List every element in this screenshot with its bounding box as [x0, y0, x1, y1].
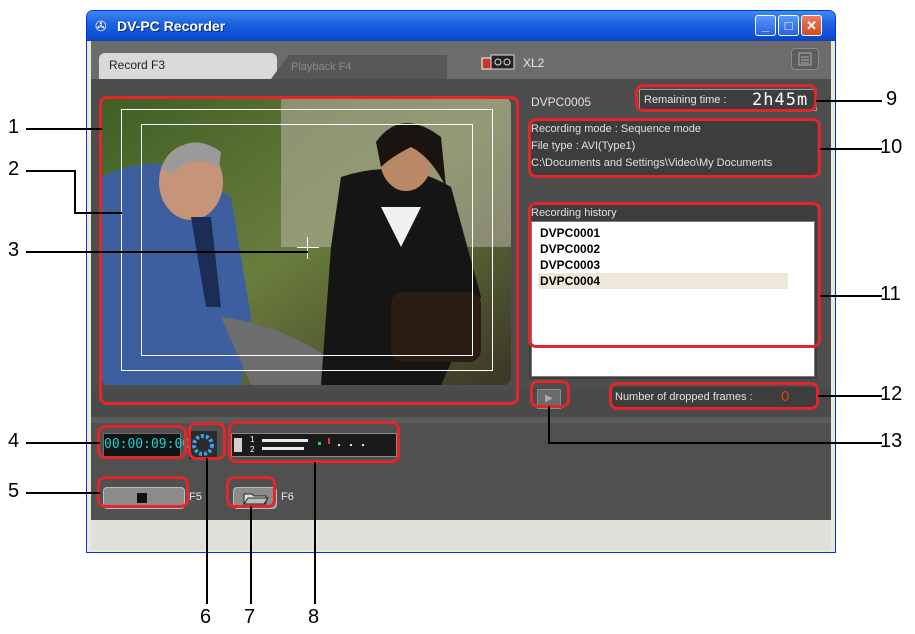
channel-1-label: 1 — [250, 435, 255, 444]
leader-7 — [250, 506, 252, 604]
folder-shortcut: F6 — [281, 491, 294, 503]
camcorder-icon — [481, 54, 515, 70]
callout-1: 1 — [8, 116, 20, 138]
leader-12 — [818, 395, 882, 397]
open-folder-button[interactable] — [233, 487, 277, 509]
list-item-selected[interactable]: DVPC0004 — [538, 273, 788, 289]
stop-icon — [137, 493, 147, 503]
leader-2 — [26, 170, 76, 172]
leader-9 — [816, 100, 882, 102]
callout-5: 5 — [8, 480, 20, 502]
center-marker-vertical — [307, 237, 308, 259]
callout-6: 6 — [200, 606, 212, 628]
leader-13 — [548, 442, 882, 444]
meter-toggle[interactable] — [234, 438, 242, 452]
recording-history-list[interactable]: DVPC0001 DVPC0002 DVPC0003 DVPC0004 — [531, 221, 815, 377]
list-item[interactable]: DVPC0001 — [538, 225, 788, 241]
tab-record[interactable]: Record F3 — [99, 53, 277, 79]
spinner-icon — [192, 434, 214, 456]
app-window: ✇ DV-PC Recorder _ □ ✕ Record F3 Playbac… — [86, 10, 836, 553]
save-path: C:\Documents and Settings\Video\My Docum… — [531, 157, 773, 169]
minimize-button[interactable]: _ — [755, 15, 776, 36]
callout-11: 11 — [880, 283, 901, 305]
tab-strip: Record F3 Playback F4 XL2 — [91, 41, 831, 79]
callout-13: 13 — [880, 430, 903, 452]
recording-mode: Recording mode : Sequence mode — [531, 123, 701, 135]
audio-level-meter: 1 2 — [231, 433, 397, 457]
list-icon — [798, 52, 812, 66]
leader-1 — [26, 128, 102, 130]
recording-history-label: Recording history — [531, 207, 617, 219]
center-marker — [297, 247, 319, 248]
device-label: XL2 — [523, 56, 545, 70]
callout-10: 10 — [880, 136, 903, 158]
dropped-frames: Number of dropped frames : 0 — [611, 387, 817, 409]
title-bar[interactable]: ✇ DV-PC Recorder _ □ ✕ — [87, 11, 835, 41]
app-icon: ✇ — [95, 18, 107, 34]
leader-11 — [820, 295, 882, 297]
callout-2: 2 — [8, 158, 20, 180]
tab-playback[interactable]: Playback F4 — [271, 55, 447, 79]
callout-7: 7 — [244, 606, 256, 628]
stop-shortcut: F5 — [189, 491, 202, 503]
leader-13-vertical — [548, 406, 550, 444]
control-panel: 00:00:09:00 1 2 F5 F6 — [91, 417, 831, 520]
remaining-time-label: Remaining time : — [644, 94, 727, 106]
channel-2-label: 2 — [250, 445, 255, 454]
leader-5 — [26, 492, 100, 494]
divider — [91, 417, 831, 423]
leader-3 — [26, 251, 308, 253]
remaining-time: Remaining time : 2h45m — [639, 89, 817, 111]
leader-2-vertical — [74, 170, 76, 214]
leader-6 — [206, 458, 208, 604]
callout-12: 12 — [880, 383, 903, 405]
window-title: DV-PC Recorder — [117, 18, 226, 34]
callout-4: 4 — [8, 430, 20, 452]
stop-button[interactable] — [103, 487, 185, 509]
callout-9: 9 — [886, 88, 898, 110]
timecode-display: 00:00:09:00 — [103, 433, 190, 457]
status-bar — [91, 520, 831, 550]
file-type: File type : AVI(Type1) — [531, 140, 636, 152]
list-item[interactable]: DVPC0003 — [538, 257, 788, 273]
recording-indicator — [189, 431, 217, 459]
dropped-frames-label: Number of dropped frames : — [615, 391, 753, 403]
client-area: Record F3 Playback F4 XL2 DVPC0005 Remai… — [91, 41, 831, 550]
callout-8: 8 — [308, 606, 320, 628]
callout-3: 3 — [8, 239, 20, 261]
maximize-button[interactable]: □ — [778, 15, 799, 36]
record-panel: DVPC0005 Remaining time : 2h45m Recordin… — [91, 79, 831, 409]
recording-history: Recording history DVPC0001 DVPC0002 DVPC… — [529, 205, 817, 379]
dropped-frames-value: 0 — [781, 388, 790, 405]
level-bars — [262, 438, 364, 450]
folder-icon — [243, 493, 269, 505]
recording-info: Recording mode : Sequence mode File type… — [529, 121, 817, 175]
remaining-time-value: 2h45m — [752, 90, 809, 110]
video-preview — [101, 97, 511, 385]
file-name: DVPC0005 — [531, 95, 592, 109]
leader-8 — [314, 462, 316, 604]
leader-10 — [820, 148, 882, 150]
list-item[interactable]: DVPC0002 — [538, 241, 788, 257]
leader-4 — [26, 442, 100, 444]
settings-button[interactable] — [791, 48, 819, 70]
leader-2-end — [74, 212, 122, 214]
close-button[interactable]: ✕ — [801, 15, 822, 36]
